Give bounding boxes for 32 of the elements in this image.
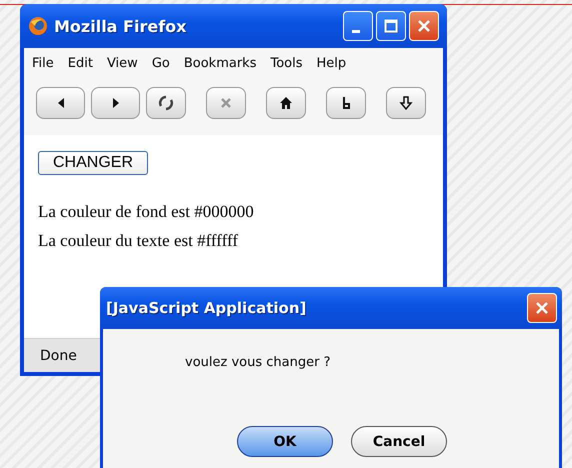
minimize-icon <box>352 30 360 32</box>
toolbar-button[interactable] <box>386 87 426 119</box>
reload-icon <box>158 95 174 111</box>
menu-item[interactable]: Bookmarks <box>184 56 256 71</box>
down-arrow-icon <box>398 95 414 111</box>
maximize-icon <box>384 19 398 33</box>
close-icon <box>417 19 431 33</box>
house-icon <box>278 95 294 111</box>
page-text: La couleur de fond est #000000 <box>38 201 255 223</box>
page-text: La couleur du texte est #ffffff <box>38 230 240 252</box>
menu-item[interactable]: Go <box>152 56 170 71</box>
minimize-button[interactable] <box>343 11 373 41</box>
dialog-title: [JavaScript Application] <box>106 299 306 317</box>
toolbar-button[interactable] <box>326 87 366 119</box>
menu-item[interactable]: Edit <box>68 56 93 71</box>
cancel-button[interactable]: Cancel <box>351 426 447 457</box>
close-icon <box>535 301 549 315</box>
close-button[interactable] <box>409 11 439 41</box>
close-button[interactable] <box>527 293 557 323</box>
maximize-button[interactable] <box>376 11 406 41</box>
toolbar-button[interactable] <box>146 87 186 119</box>
menu-item[interactable]: View <box>106 56 138 71</box>
window-title: Mozilla Firefox <box>54 16 188 36</box>
globe-icon <box>28 16 48 36</box>
toolbar-button[interactable] <box>266 87 306 119</box>
menu-item[interactable]: Help <box>316 56 346 71</box>
menu-item[interactable]: File <box>32 56 54 71</box>
ok-button[interactable]: OK <box>237 426 333 457</box>
dialog-message: voulez vous changer ? <box>185 355 332 370</box>
status-text: Done <box>40 348 77 364</box>
changer-button[interactable]: CHANGER <box>38 151 148 175</box>
menu-item[interactable]: Tools <box>270 56 303 71</box>
